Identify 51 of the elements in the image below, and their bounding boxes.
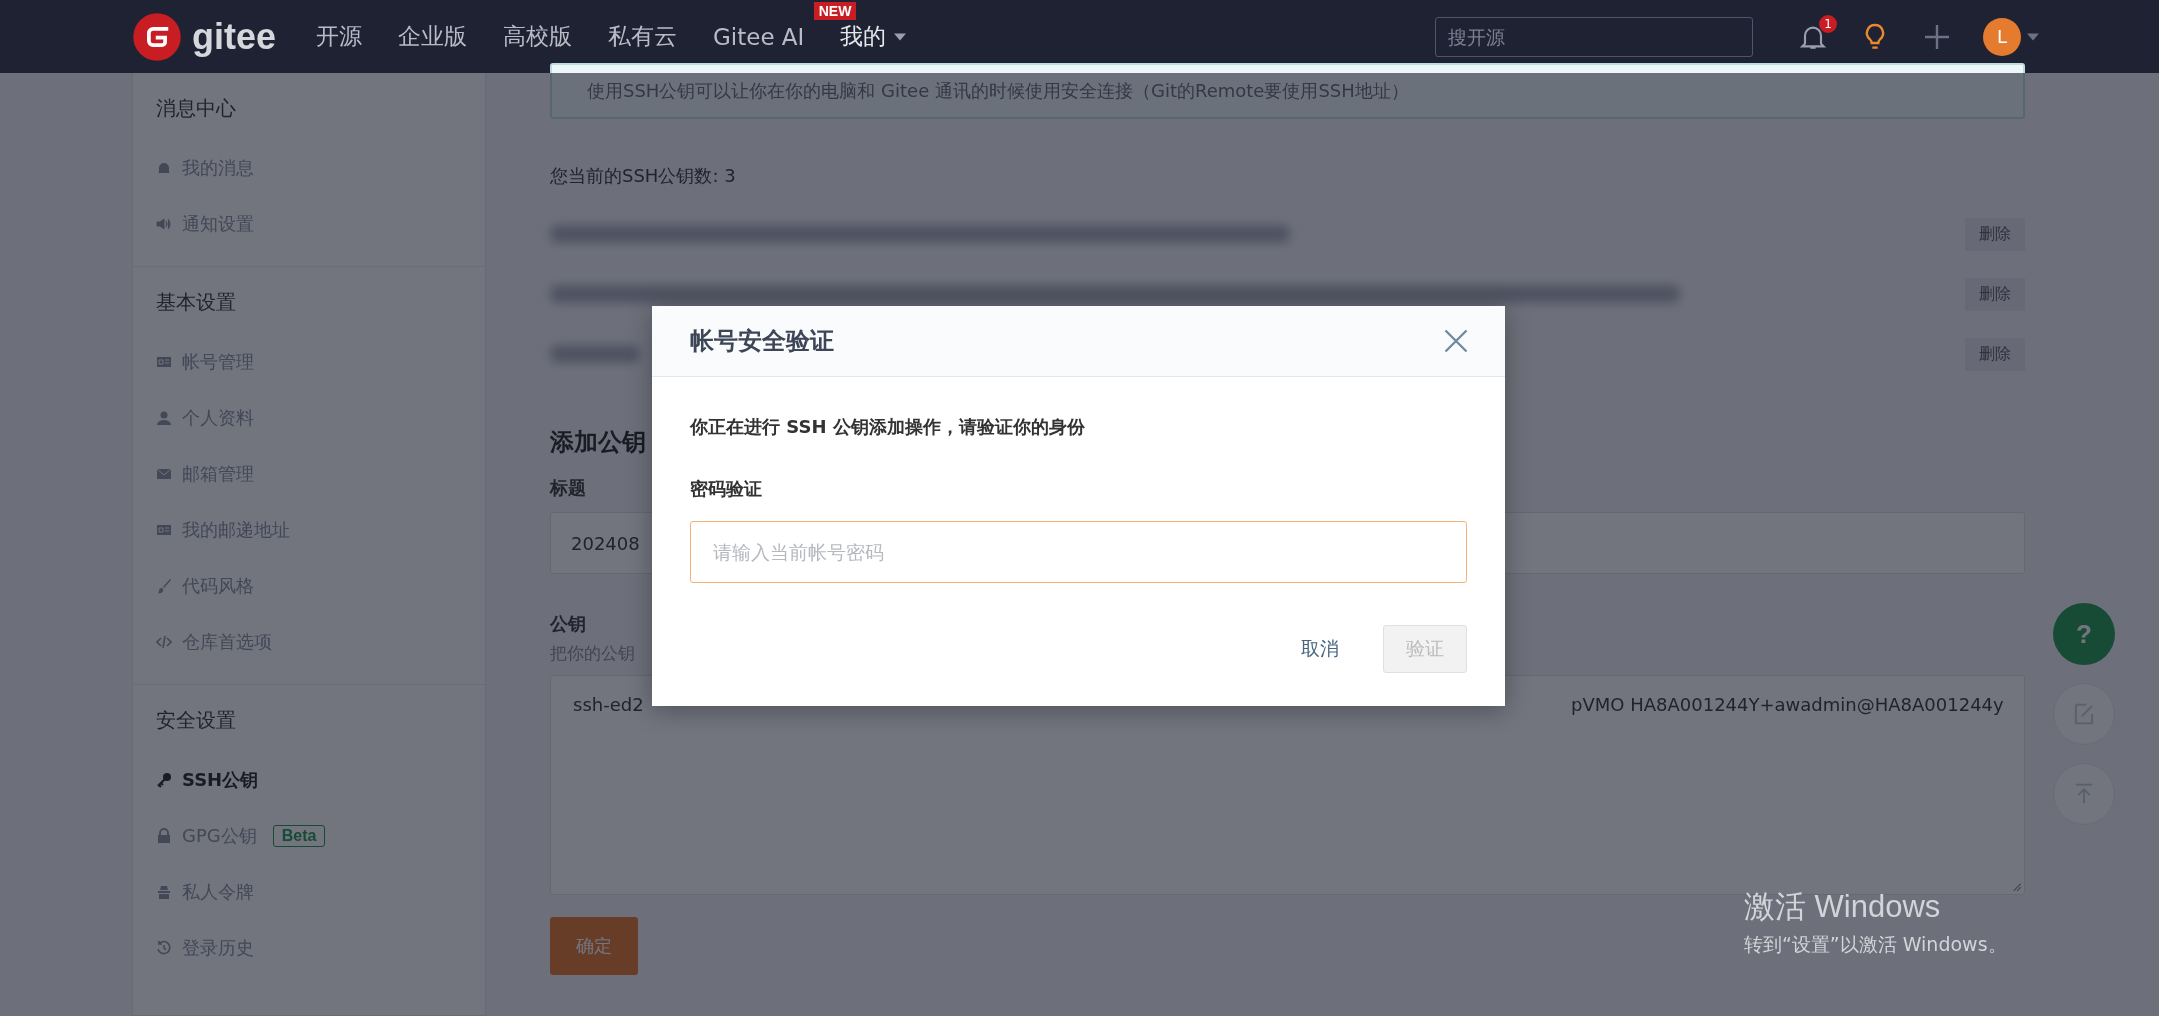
caret-icon	[894, 32, 907, 41]
activation-hint: 转到“设置”以激活 Windows。	[1744, 932, 2007, 957]
nav-link[interactable]: Gitee AI	[713, 23, 805, 50]
token-icon	[156, 884, 172, 900]
info-text: 使用SSH公钥可以让你在你的电脑和 Gitee 通讯的时候使用安全连接（Git的Remote要使用SSH地址）	[587, 79, 1409, 103]
user-icon	[156, 410, 172, 426]
mail-icon	[156, 466, 172, 482]
nav-link[interactable]: 私有云	[608, 23, 678, 49]
brush-icon	[156, 578, 172, 594]
new-badge: NEW	[813, 1, 857, 20]
key-count-text: 您当前的SSH公钥数: 3	[550, 164, 737, 188]
card-icon	[156, 354, 172, 370]
avatar[interactable]: L	[1983, 17, 2021, 56]
logo-text[interactable]: gitee	[192, 15, 277, 58]
cancel-button[interactable]: 取消	[1295, 635, 1345, 663]
key-value-start: ssh-ed2	[573, 694, 644, 715]
close-icon[interactable]	[1442, 327, 1470, 355]
delete-button[interactable]: 删除	[1965, 337, 2025, 371]
card-icon	[156, 522, 172, 538]
logo-icon[interactable]	[132, 11, 182, 62]
sidebar-section-title: 消息中心	[156, 95, 237, 122]
notification-count: 1	[1819, 14, 1837, 33]
password-field[interactable]: 请输入当前帐号密码	[690, 521, 1467, 583]
delete-button[interactable]: 删除	[1965, 277, 2025, 311]
field-label: 标题	[550, 476, 586, 500]
nav-link[interactable]: 高校版	[503, 23, 573, 49]
caret-icon[interactable]	[2027, 32, 2039, 41]
search-field[interactable]: 搜开源	[1435, 16, 1753, 57]
delete-button[interactable]: 删除	[1965, 217, 2025, 251]
nav-link[interactable]: 开源	[316, 23, 363, 49]
field-label: 密码验证	[690, 477, 763, 501]
speaker-icon	[156, 216, 172, 232]
dialog-title: 帐号安全验证	[690, 326, 834, 357]
user-menu-link[interactable]: 我的	[840, 21, 907, 52]
beta-badge: Beta	[272, 825, 326, 847]
sidebar-section-title: 基本设置	[156, 289, 237, 316]
help-button[interactable]: ?	[2053, 603, 2115, 665]
sidebar-section-title: 安全设置	[156, 707, 237, 734]
resize-grip-icon[interactable]	[2010, 880, 2022, 892]
history-icon	[156, 940, 172, 956]
key-value-end: pVMO HA8A001244Y+awadmin@HA8A001244y	[1571, 694, 2004, 715]
key-icon	[156, 772, 172, 788]
section-heading: 添加公钥	[550, 427, 646, 458]
submit-button[interactable]: 确定	[550, 917, 638, 975]
field-label: 公钥	[550, 612, 586, 636]
dialog-message: 你正在进行 SSH 公钥添加操作，请验证你的身份	[690, 415, 1086, 439]
bell-icon	[156, 160, 172, 176]
nav-link[interactable]: 企业版	[398, 23, 468, 49]
sidebar-item[interactable]: SSH公钥	[156, 752, 462, 808]
code-icon	[156, 634, 172, 650]
lock-icon	[156, 828, 172, 844]
